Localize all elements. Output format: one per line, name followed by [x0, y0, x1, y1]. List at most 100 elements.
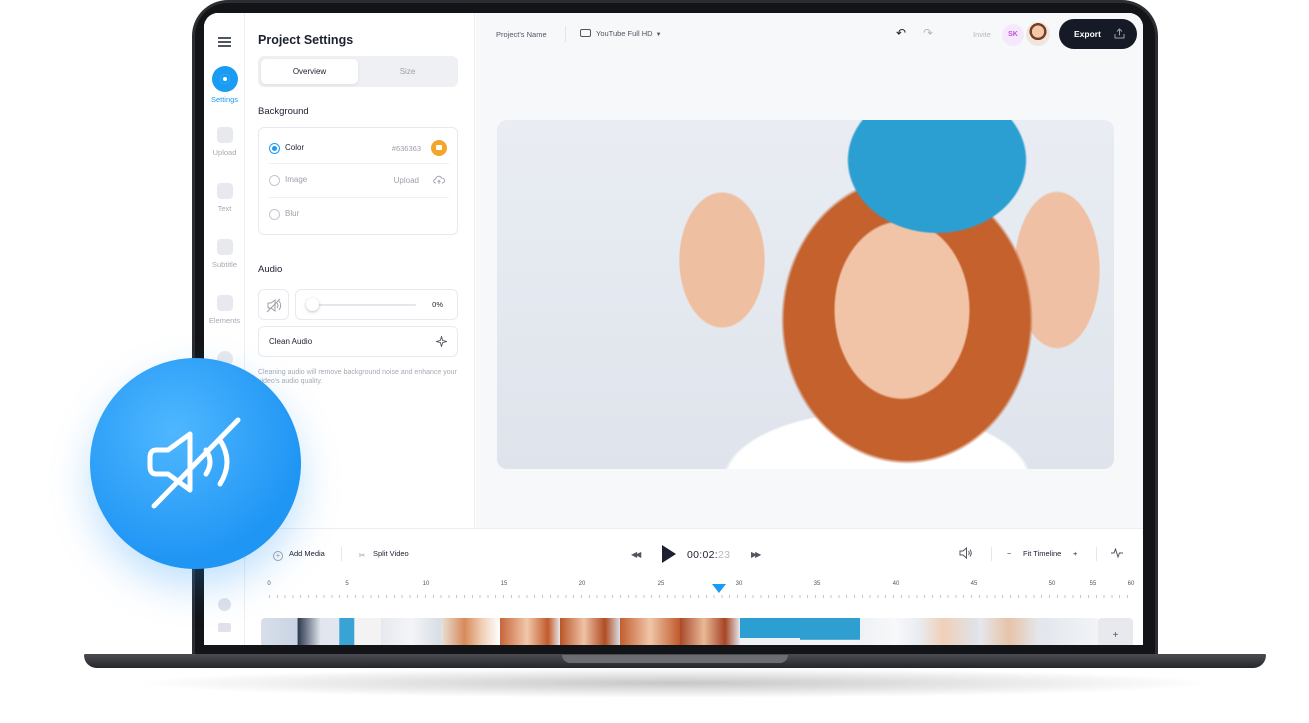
top-bar: Project's Name YouTube Full HD ▼ ↶ ↷ Invi…	[476, 13, 1143, 56]
rewind-icon[interactable]: ◀◀	[631, 550, 641, 559]
clip-frame	[380, 618, 441, 645]
background-section-label: Background	[258, 106, 309, 117]
divider	[1096, 547, 1097, 561]
cloud-upload-icon[interactable]	[433, 175, 445, 185]
audio-section-label: Audio	[258, 264, 283, 275]
background-option-color[interactable]: Color #636363	[269, 140, 447, 160]
subtitle-icon	[216, 239, 233, 255]
upload-icon	[216, 127, 233, 143]
export-label: Export	[1074, 29, 1101, 39]
rail-item-text[interactable]: Text	[204, 183, 245, 213]
zoom-in-button[interactable]: +	[1073, 549, 1077, 558]
zoom-out-button[interactable]: −	[1007, 549, 1011, 558]
tick-label: 10	[422, 581, 430, 587]
settings-tabs: Overview Size	[258, 56, 458, 87]
rail-item-elements[interactable]: Elements	[204, 295, 245, 325]
keyboard-icon[interactable]	[218, 623, 231, 632]
scissors-icon: ✂	[358, 551, 366, 560]
add-clip-button[interactable]: +	[1098, 618, 1133, 645]
tick-label: 5	[345, 581, 349, 587]
play-button[interactable]	[662, 545, 676, 563]
rail-item-subtitle[interactable]: Subtitle	[204, 239, 245, 269]
help-icon[interactable]	[218, 598, 231, 611]
time-ruler[interactable]: 0 5 10 15 20 25 30 35 40 45 50 55 60	[245, 581, 1143, 601]
radio-color[interactable]	[269, 143, 280, 154]
format-label: YouTube Full HD	[596, 29, 653, 38]
split-video-label: Split Video	[373, 549, 409, 558]
volume-slider-track[interactable]	[310, 304, 416, 306]
timecode-frames: 23	[718, 549, 731, 561]
volume-slider-handle[interactable]	[306, 298, 319, 311]
radio-image[interactable]	[269, 175, 280, 186]
project-name[interactable]: Project's Name	[496, 30, 547, 39]
rail-item-settings[interactable]: Settings	[204, 66, 245, 104]
volume-icon[interactable]	[959, 547, 973, 559]
timecode: 00:02:23	[687, 549, 730, 561]
app-screen: Settings Upload Text Subtitle Elements P…	[204, 13, 1143, 645]
radio-blur[interactable]	[269, 209, 280, 220]
add-media-button[interactable]: + Add Media	[273, 549, 325, 561]
clean-audio-button[interactable]: Clean Audio	[258, 326, 458, 357]
clean-audio-note: Cleaning audio will remove background no…	[258, 369, 457, 385]
tab-overview[interactable]: Overview	[261, 59, 358, 84]
rail-item-label: Subtitle	[211, 260, 238, 269]
tab-size[interactable]: Size	[359, 59, 456, 84]
timecode-main: 00:02:	[687, 549, 718, 561]
clip-frame	[620, 618, 681, 645]
mute-badge	[90, 358, 301, 569]
clip-frame	[799, 618, 860, 645]
mute-speaker-icon	[266, 298, 282, 313]
clip-frame	[440, 618, 501, 645]
background-option-image[interactable]: Image Upload	[269, 172, 447, 192]
clip-frame	[1039, 618, 1099, 645]
panel-title: Project Settings	[258, 33, 354, 47]
tick-label: 0	[267, 581, 271, 587]
waveform-icon[interactable]	[1111, 548, 1123, 558]
invite-button[interactable]: Invite	[973, 30, 991, 39]
tick-label: 50	[1048, 581, 1056, 587]
clip-frame	[739, 618, 800, 645]
ruler-ticks	[269, 595, 1135, 598]
tick-label: 30	[735, 581, 743, 587]
clip-frame	[979, 618, 1040, 645]
settings-icon	[211, 66, 238, 92]
rail-item-label: Elements	[208, 316, 241, 325]
upload-link[interactable]: Upload	[394, 176, 419, 185]
color-picker-icon[interactable]	[431, 140, 447, 156]
fast-forward-icon[interactable]: ▶▶	[751, 550, 761, 559]
clip-frame	[859, 618, 920, 645]
clip-frame	[919, 618, 980, 645]
clip-frame	[320, 618, 381, 645]
elements-icon	[216, 295, 233, 311]
mute-button[interactable]	[258, 289, 289, 320]
rail-item-label: Upload	[212, 148, 237, 157]
undo-icon[interactable]: ↶	[896, 26, 906, 40]
hamburger-menu-icon[interactable]	[218, 37, 231, 47]
fit-timeline-label[interactable]: Fit Timeline	[1023, 549, 1061, 558]
tick-label: 25	[657, 581, 665, 587]
playhead-marker[interactable]	[712, 584, 726, 593]
tick-label: 60	[1127, 581, 1135, 587]
laptop-shadow	[130, 668, 1220, 698]
split-video-button[interactable]: ✂ Split Video	[357, 549, 409, 562]
rail-item-upload[interactable]: Upload	[204, 127, 245, 157]
format-dropdown[interactable]: YouTube Full HD ▼	[580, 29, 662, 38]
youtube-icon	[580, 29, 591, 37]
avatar-initials[interactable]: SK	[1002, 24, 1024, 46]
background-option-blur[interactable]: Blur	[269, 206, 447, 226]
rail-item-label: Settings	[210, 95, 239, 104]
tick-label: 45	[970, 581, 978, 587]
add-media-label: Add Media	[289, 549, 325, 558]
video-clip-strip[interactable]	[261, 618, 1099, 645]
export-button[interactable]: Export	[1059, 19, 1137, 49]
image-option-label: Image	[285, 175, 308, 184]
divider	[269, 163, 449, 164]
redo-icon[interactable]: ↷	[923, 26, 933, 40]
timeline: + Add Media ✂ Split Video ◀◀ 00:02:23 ▶▶ −…	[245, 528, 1143, 645]
preview-workspace: Project's Name YouTube Full HD ▼ ↶ ↷ Invi…	[476, 13, 1143, 528]
avatar[interactable]	[1026, 22, 1050, 46]
text-icon	[216, 183, 233, 199]
video-preview[interactable]	[497, 120, 1114, 469]
sparkle-icon	[436, 336, 447, 347]
color-option-label: Color	[285, 143, 305, 152]
